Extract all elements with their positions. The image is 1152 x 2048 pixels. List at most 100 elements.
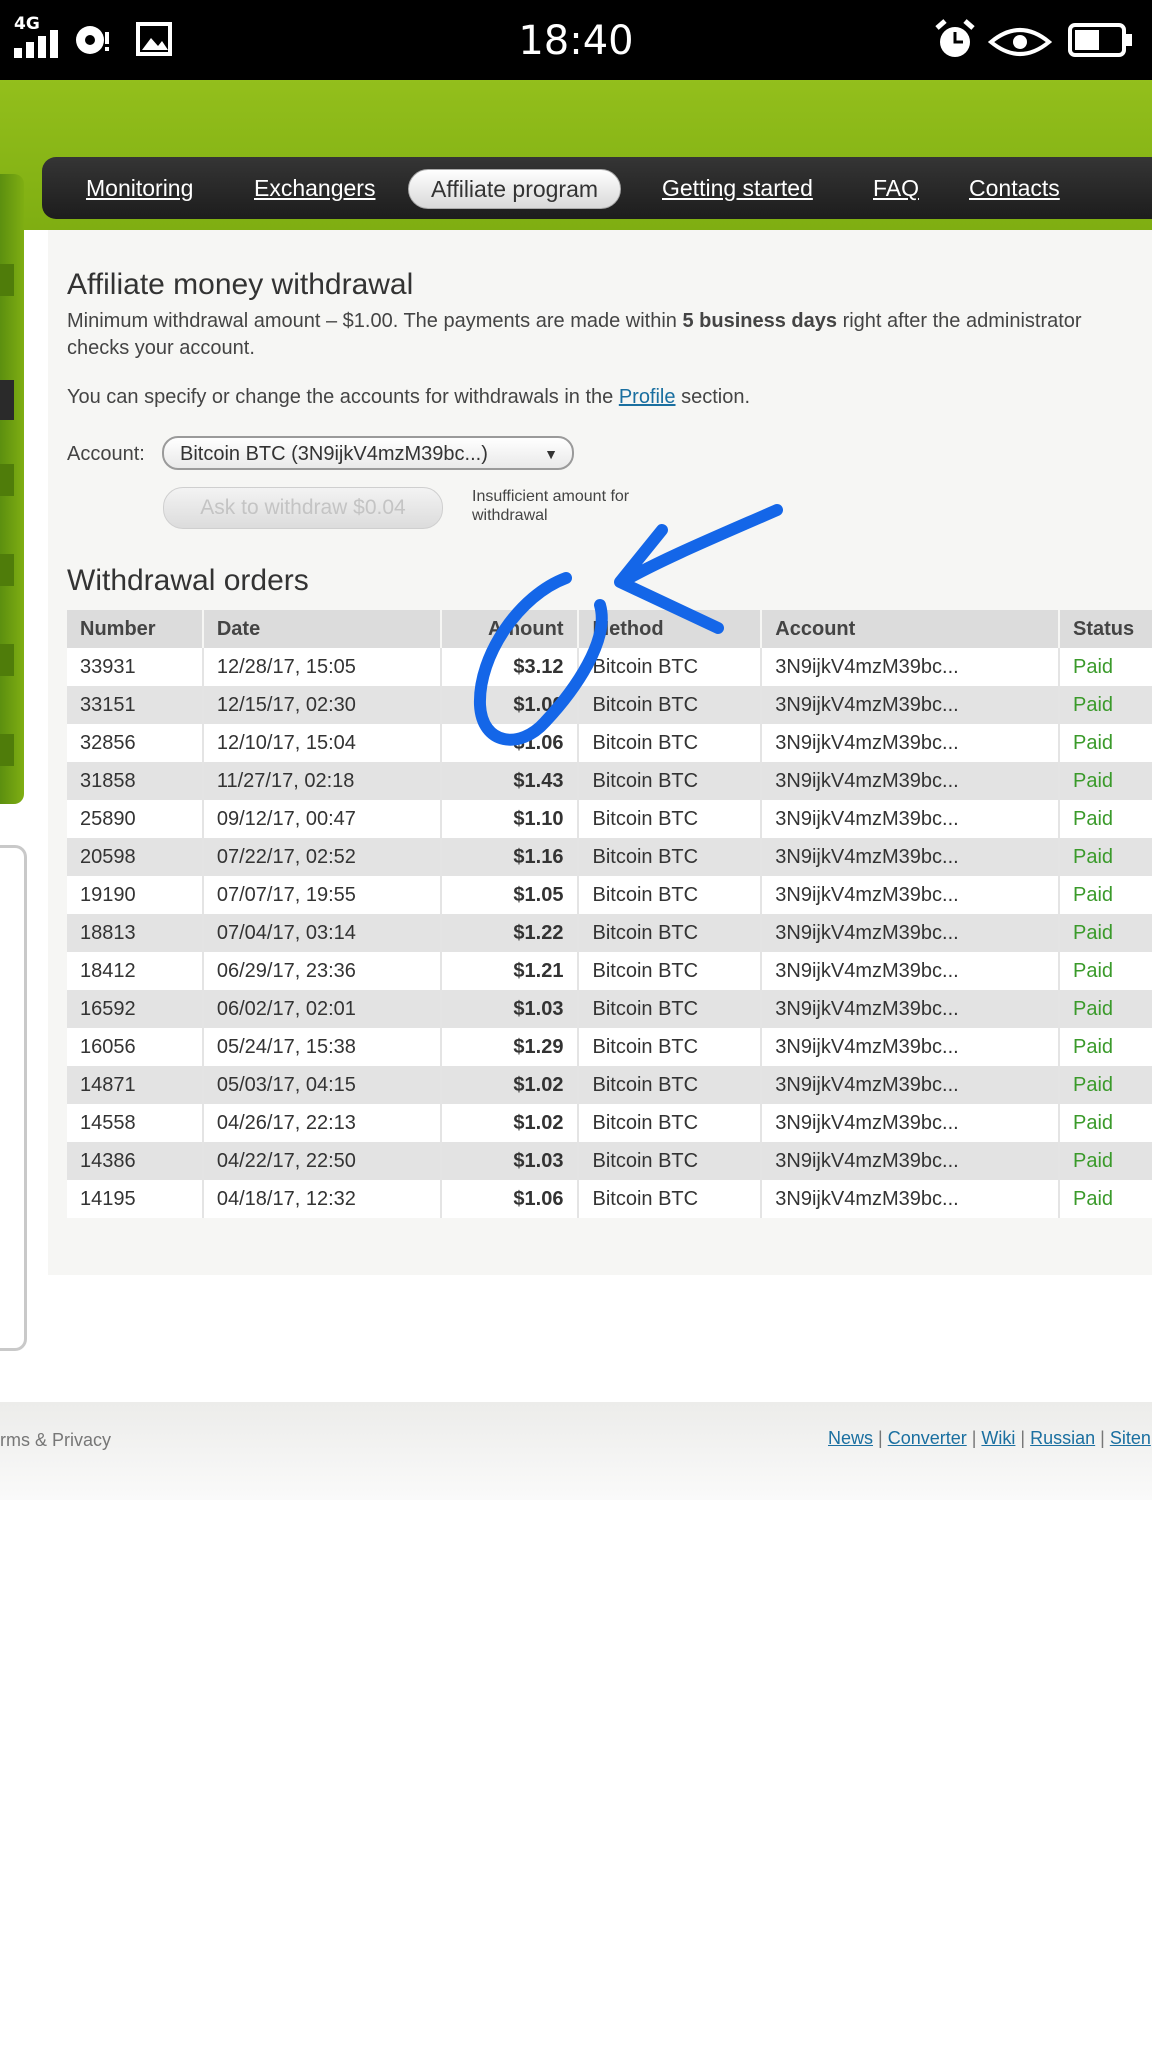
business-days-text: 5 business days <box>682 310 838 332</box>
order-amount: $1.16 <box>440 838 580 876</box>
footer-link-sitemap[interactable]: Siten <box>1110 1428 1151 1448</box>
order-method: Bitcoin BTC <box>578 952 763 990</box>
footer-link-converter[interactable]: Converter <box>888 1428 967 1448</box>
order-status: Paid <box>1059 762 1152 800</box>
order-date: 11/27/17, 02:18 <box>202 762 442 800</box>
nav-exchangers[interactable]: Exchangers <box>254 169 375 207</box>
order-status: Paid <box>1059 1066 1152 1104</box>
order-method: Bitcoin BTC <box>578 800 763 838</box>
order-amount: $1.02 <box>440 1066 580 1104</box>
order-date: 07/04/17, 03:14 <box>202 914 442 952</box>
order-method: Bitcoin BTC <box>578 914 763 952</box>
order-date: 04/22/17, 22:50 <box>202 1142 442 1180</box>
order-status: Paid <box>1059 648 1152 686</box>
order-account: 3N9ijkV4mzM39bc... <box>761 1142 1061 1180</box>
profile-link[interactable]: Profile <box>619 386 676 408</box>
order-account: 3N9ijkV4mzM39bc... <box>761 762 1061 800</box>
order-amount: $1.06 <box>440 1180 580 1218</box>
order-account: 3N9ijkV4mzM39bc... <box>761 952 1061 990</box>
alarm-icon <box>935 19 975 57</box>
nav-affiliate-program[interactable]: Affiliate program <box>408 169 622 209</box>
col-amount: Amount <box>440 610 580 648</box>
order-amount: $1.03 <box>440 1142 580 1180</box>
table-row: 32856 12/10/17, 15:04 $1.06 Bitcoin BTC 3N9i… <box>67 724 1152 762</box>
order-account: 3N9ijkV4mzM39bc... <box>761 648 1061 686</box>
footer: rms & Privacy News | Converter | Wiki | … <box>0 1402 1152 1500</box>
table-row: 18412 06/29/17, 23:36 $1.21 Bitcoin BTC 3N9i… <box>67 952 1152 990</box>
order-amount: $1.10 <box>440 800 580 838</box>
order-status: Paid <box>1059 990 1152 1028</box>
order-status: Paid <box>1059 1104 1152 1142</box>
order-amount: $1.05 <box>440 876 580 914</box>
table-row: 25890 09/12/17, 00:47 $1.10 Bitcoin BTC 3N9i… <box>67 800 1152 838</box>
nav-monitoring[interactable]: Monitoring <box>86 169 193 207</box>
col-account: Account <box>761 610 1061 648</box>
nav-contacts[interactable]: Contacts <box>969 169 1060 207</box>
page-title: Affiliate money withdrawal <box>67 268 414 301</box>
footer-links: News | Converter | Wiki | Russian | Site… <box>828 1428 1151 1448</box>
order-method: Bitcoin BTC <box>578 1104 763 1142</box>
order-status: Paid <box>1059 838 1152 876</box>
order-method: Bitcoin BTC <box>578 1142 763 1180</box>
order-method: Bitcoin BTC <box>578 686 763 724</box>
order-method: Bitcoin BTC <box>578 838 763 876</box>
table-row: 20598 07/22/17, 02:52 $1.16 Bitcoin BTC 3N9i… <box>67 838 1152 876</box>
order-date: 07/07/17, 19:55 <box>202 876 442 914</box>
order-amount: $1.00 <box>440 686 580 724</box>
footer-link-wiki[interactable]: Wiki <box>981 1428 1015 1448</box>
insufficient-note: Insufficient amount for withdrawal <box>472 488 630 524</box>
order-date: 09/12/17, 00:47 <box>202 800 442 838</box>
order-amount: $1.29 <box>440 1028 580 1066</box>
accounts-info-text: You can specify or change the accounts f… <box>67 386 750 409</box>
order-date: 12/15/17, 02:30 <box>202 686 442 724</box>
table-row: 14195 04/18/17, 12:32 $1.06 Bitcoin BTC 3N9i… <box>67 1180 1152 1218</box>
status-bar: 4G 18:40 <box>0 0 1152 80</box>
order-number: 18412 <box>67 952 204 990</box>
table-row: 16592 06/02/17, 02:01 $1.03 Bitcoin BTC 3N9i… <box>67 990 1152 1028</box>
order-account: 3N9ijkV4mzM39bc... <box>761 838 1061 876</box>
order-date: 05/03/17, 04:15 <box>202 1066 442 1104</box>
order-number: 33931 <box>67 648 204 686</box>
table-row: 14871 05/03/17, 04:15 $1.02 Bitcoin BTC 3N9i… <box>67 1066 1152 1104</box>
order-method: Bitcoin BTC <box>578 876 763 914</box>
order-account: 3N9ijkV4mzM39bc... <box>761 1104 1061 1142</box>
table-row: 14386 04/22/17, 22:50 $1.03 Bitcoin BTC 3N9i… <box>67 1142 1152 1180</box>
account-select[interactable]: Bitcoin BTC (3N9ijkV4mzM39bc...) ▼ <box>162 436 574 470</box>
order-amount: $3.12 <box>440 648 580 686</box>
order-number: 18813 <box>67 914 204 952</box>
order-status: Paid <box>1059 876 1152 914</box>
nav-faq[interactable]: FAQ <box>873 169 919 207</box>
footer-link-news[interactable]: News <box>828 1428 873 1448</box>
terms-privacy-link[interactable]: rms & Privacy <box>0 1430 111 1451</box>
order-amount: $1.02 <box>440 1104 580 1142</box>
order-method: Bitcoin BTC <box>578 1066 763 1104</box>
nav-getting-started[interactable]: Getting started <box>662 169 813 207</box>
withdraw-button[interactable]: Ask to withdraw $0.04 <box>163 487 443 529</box>
order-amount: $1.06 <box>440 724 580 762</box>
order-number: 19190 <box>67 876 204 914</box>
order-method: Bitcoin BTC <box>578 762 763 800</box>
order-number: 25890 <box>67 800 204 838</box>
table-header-row: Number Date Amount Method Account Status <box>67 610 1152 648</box>
table-row: 16056 05/24/17, 15:38 $1.29 Bitcoin BTC 3N9i… <box>67 1028 1152 1066</box>
order-status: Paid <box>1059 914 1152 952</box>
order-account: 3N9ijkV4mzM39bc... <box>761 914 1061 952</box>
order-account: 3N9ijkV4mzM39bc... <box>761 1180 1061 1218</box>
left-panel-edge <box>0 845 27 1351</box>
account-select-value: Bitcoin BTC (3N9ijkV4mzM39bc...) <box>180 443 488 465</box>
order-method: Bitcoin BTC <box>578 1028 763 1066</box>
footer-link-russian[interactable]: Russian <box>1030 1428 1095 1448</box>
order-date: 04/18/17, 12:32 <box>202 1180 442 1218</box>
order-number: 20598 <box>67 838 204 876</box>
order-amount: $1.21 <box>440 952 580 990</box>
order-number: 33151 <box>67 686 204 724</box>
order-method: Bitcoin BTC <box>578 1180 763 1218</box>
min-text-part: Minimum withdrawal amount – $1.00. The p… <box>67 310 683 332</box>
order-status: Paid <box>1059 1028 1152 1066</box>
caret-down-icon: ▼ <box>544 446 558 462</box>
order-number: 14386 <box>67 1142 204 1180</box>
col-status: Status <box>1059 610 1152 648</box>
order-amount: $1.22 <box>440 914 580 952</box>
order-date: 07/22/17, 02:52 <box>202 838 442 876</box>
eye-icon <box>988 28 1052 56</box>
